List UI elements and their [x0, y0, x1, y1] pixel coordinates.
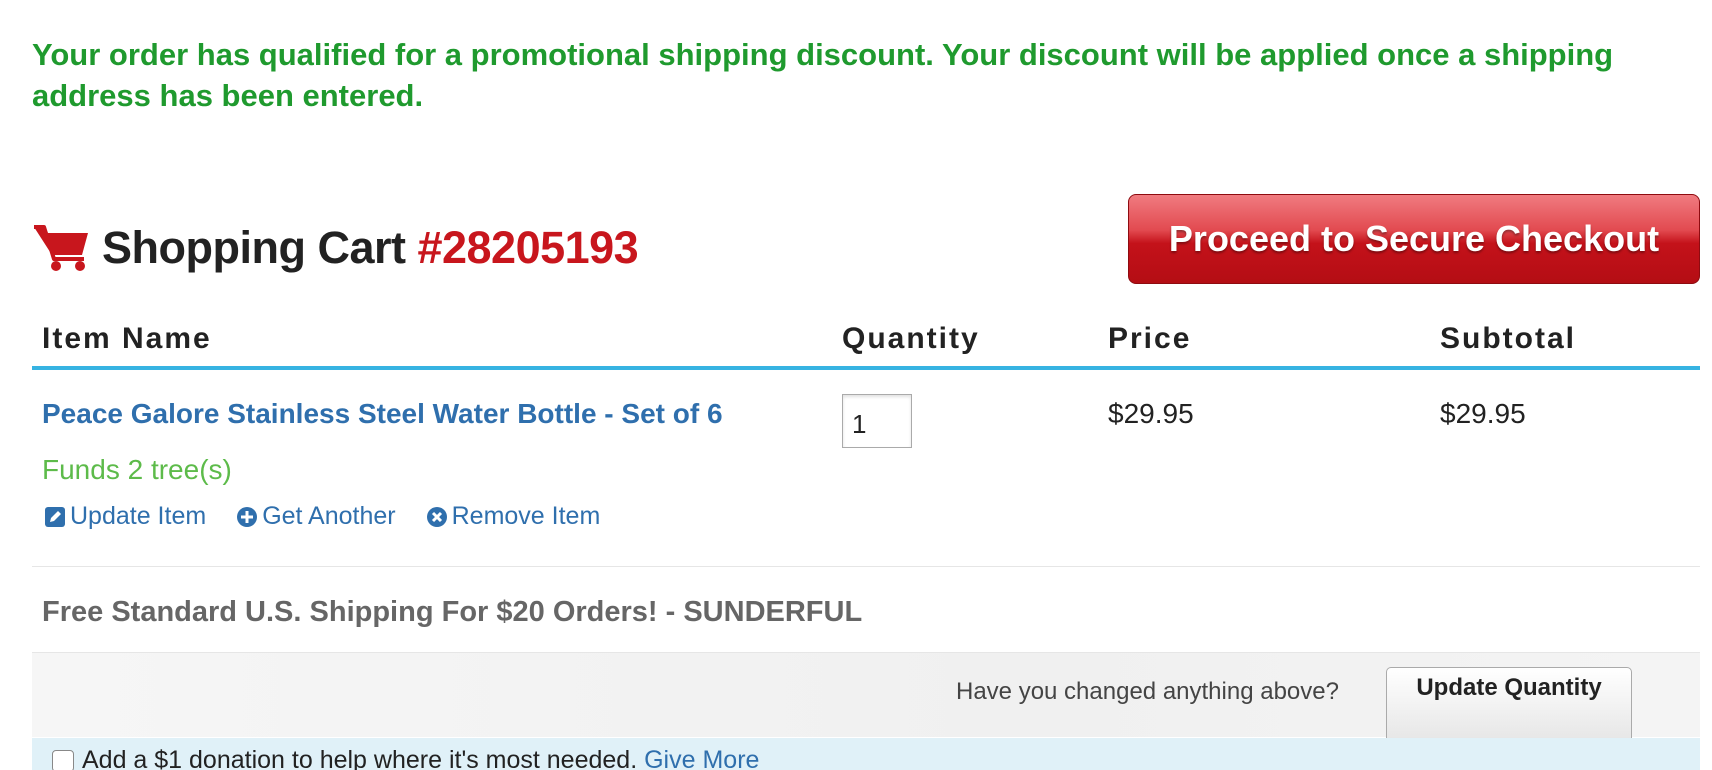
- column-header-item-name: Item Name: [42, 322, 212, 355]
- proceed-to-checkout-button[interactable]: Proceed to Secure Checkout: [1128, 194, 1700, 284]
- remove-item-link[interactable]: Remove Item: [426, 502, 601, 531]
- get-another-label: Get Another: [262, 502, 396, 530]
- cart-table-header: Item Name Quantity Price Subtotal: [32, 318, 1700, 370]
- update-item-label: Update Item: [70, 502, 207, 530]
- donation-checkbox[interactable]: [52, 750, 74, 770]
- changed-question-text: Have you changed anything above?: [956, 678, 1339, 705]
- divider: [32, 566, 1700, 567]
- item-price: $29.95: [1108, 398, 1194, 429]
- get-another-link[interactable]: Get Another: [236, 502, 396, 531]
- item-subtotal: $29.95: [1440, 398, 1526, 429]
- column-header-quantity: Quantity: [842, 322, 980, 355]
- column-header-price: Price: [1108, 322, 1192, 355]
- update-item-link[interactable]: Update Item: [44, 502, 206, 531]
- quantity-input[interactable]: [842, 394, 912, 448]
- edit-icon: [45, 506, 65, 527]
- item-name-link[interactable]: Peace Galore Stainless Steel Water Bottl…: [42, 398, 723, 430]
- promo-message: Your order has qualified for a promotion…: [32, 37, 1614, 113]
- page-title: Shopping Cart: [102, 222, 406, 273]
- shopping-cart-icon: [34, 225, 88, 271]
- cart-number: #28205193: [417, 222, 639, 273]
- plus-circle-icon: [237, 506, 258, 527]
- remove-item-label: Remove Item: [451, 502, 601, 530]
- give-more-link[interactable]: Give More: [644, 746, 759, 770]
- cart-header: Shopping Cart #28205193: [32, 218, 639, 278]
- column-header-subtotal: Subtotal: [1440, 322, 1576, 355]
- shipping-promo-note: Free Standard U.S. Shipping For $20 Orde…: [42, 596, 863, 628]
- funds-trees-text: Funds 2 tree(s): [42, 454, 232, 485]
- remove-circle-icon: [426, 506, 447, 527]
- donation-label: Add a $1 donation to help where it's mos…: [82, 746, 638, 770]
- donation-text: Add a $1 donation to help where it's mos…: [82, 746, 759, 770]
- item-actions: Update Item Get Another Remove Item: [44, 502, 630, 531]
